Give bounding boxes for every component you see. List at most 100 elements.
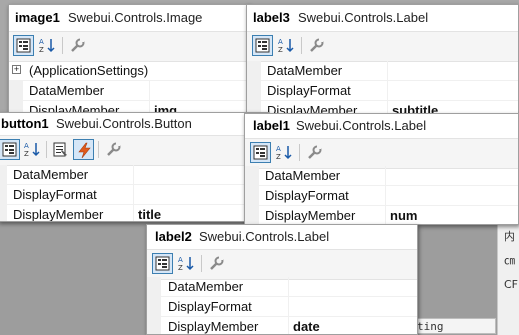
property-row[interactable]: DisplayMember num <box>245 206 518 224</box>
svg-text:Z: Z <box>39 46 44 54</box>
panel-toolbar: AZ <box>147 249 417 280</box>
panel-toolbar: AZ <box>9 31 249 62</box>
property-row[interactable]: DataMember <box>245 166 518 186</box>
row-gutter <box>245 166 259 185</box>
panel-title: label1 Swebui.Controls.Label <box>245 114 518 138</box>
svg-text:Z: Z <box>276 153 281 161</box>
categorized-button[interactable] <box>0 139 20 160</box>
categorized-button[interactable] <box>13 35 34 56</box>
property-row[interactable]: DisplayFormat <box>0 185 268 205</box>
property-name: DataMember <box>168 279 244 294</box>
property-value[interactable] <box>288 277 417 296</box>
alphabetical-button[interactable]: AZ <box>176 253 197 274</box>
property-pages-button[interactable] <box>67 35 88 56</box>
alphabetical-button[interactable]: AZ <box>276 35 297 56</box>
property-value[interactable]: date <box>288 317 417 334</box>
toolbar-separator <box>46 141 47 158</box>
events-button[interactable] <box>73 139 94 160</box>
property-row[interactable]: DisplayFormat <box>247 81 518 101</box>
panel-toolbar: AZ <box>245 138 518 169</box>
alphabetical-icon: AZ <box>276 145 292 161</box>
property-row[interactable]: DisplayFormat <box>245 186 518 206</box>
property-name: DisplayFormat <box>267 83 351 98</box>
control-type: Swebui.Controls.Label <box>298 10 429 25</box>
property-row[interactable]: DataMember <box>9 81 249 101</box>
property-grid: DataMember DisplayFormat DisplayMember n… <box>245 166 518 224</box>
row-gutter <box>147 277 161 296</box>
control-type: Swebui.Controls.Label <box>296 118 427 133</box>
property-value[interactable] <box>385 166 518 185</box>
panel-title: image1 Swebui.Controls.Image <box>9 5 249 31</box>
categorized-icon <box>255 38 270 53</box>
strip-item-1[interactable]: 内 <box>504 228 515 244</box>
properties-icon <box>53 142 67 157</box>
property-pages-icon <box>210 256 224 270</box>
property-name: (ApplicationSettings) <box>29 63 149 78</box>
toolbar-separator <box>201 255 202 272</box>
panel-toolbar: AZ <box>247 31 518 62</box>
panel-toolbar: AZ <box>0 135 268 166</box>
row-gutter <box>147 317 161 334</box>
categorized-button[interactable] <box>252 35 273 56</box>
property-name: DisplayFormat <box>13 187 97 202</box>
property-value[interactable] <box>387 61 518 80</box>
property-value[interactable]: num <box>385 206 518 224</box>
strip-item-2[interactable]: ㎝ <box>504 252 515 268</box>
row-gutter <box>245 206 259 224</box>
alphabetical-icon: AZ <box>278 38 294 54</box>
property-pages-icon <box>308 145 322 159</box>
categorized-button[interactable] <box>250 142 271 163</box>
label2-property-panel: label2 Swebui.Controls.Label AZ DataMemb… <box>146 224 418 335</box>
property-grid: DataMember DisplayFormat DisplayMember t… <box>0 165 268 221</box>
control-name: label2 <box>155 229 192 244</box>
svg-text:A: A <box>278 38 283 46</box>
row-gutter <box>247 61 261 80</box>
alphabetical-button[interactable]: AZ <box>37 35 58 56</box>
property-value[interactable] <box>149 81 249 100</box>
property-row[interactable]: DisplayMember title <box>0 205 268 221</box>
categorized-button[interactable] <box>152 253 173 274</box>
row-gutter <box>0 165 7 184</box>
property-name: DisplayFormat <box>168 299 252 314</box>
property-name: DisplayMember <box>168 319 259 334</box>
property-pages-button[interactable] <box>306 35 327 56</box>
property-grid: DataMember DisplayFormat DisplayMember d… <box>147 277 417 334</box>
property-row[interactable]: DataMember <box>147 277 417 297</box>
property-value[interactable] <box>385 186 518 205</box>
panel-title: label3 Swebui.Controls.Label <box>247 5 518 31</box>
categorized-icon <box>253 145 268 160</box>
property-pages-button[interactable] <box>206 253 227 274</box>
row-gutter <box>9 81 23 100</box>
expand-icon[interactable]: + <box>12 65 21 74</box>
button1-property-panel: button1 Swebui.Controls.Button AZ DataMe… <box>0 112 269 222</box>
property-value[interactable] <box>387 81 518 100</box>
strip-item-3[interactable]: CF <box>504 278 518 291</box>
property-row[interactable]: DataMember <box>247 61 518 81</box>
alphabetical-icon: AZ <box>24 142 40 158</box>
control-type: Swebui.Controls.Button <box>56 116 192 131</box>
alphabetical-button[interactable]: AZ <box>22 139 43 160</box>
alphabetical-icon: AZ <box>39 38 55 54</box>
property-row[interactable]: DisplayMember date <box>147 317 417 334</box>
panel-title: button1 Swebui.Controls.Button <box>0 113 268 135</box>
svg-text:A: A <box>24 142 29 150</box>
property-row[interactable]: DisplayFormat <box>147 297 417 317</box>
control-name: label3 <box>253 10 290 25</box>
row-gutter <box>0 205 7 221</box>
control-type: Swebui.Controls.Label <box>199 229 330 244</box>
properties-button[interactable] <box>50 139 71 160</box>
categorized-icon <box>16 38 31 53</box>
svg-text:A: A <box>39 38 44 46</box>
property-row[interactable]: + (ApplicationSettings) <box>9 61 249 81</box>
alphabetical-button[interactable]: AZ <box>274 142 295 163</box>
property-name: DisplayFormat <box>265 188 349 203</box>
label3-property-panel: label3 Swebui.Controls.Label AZ DataMemb… <box>246 4 519 122</box>
categorized-icon <box>2 142 17 157</box>
property-value[interactable] <box>288 297 417 316</box>
toolbar-separator <box>98 141 99 158</box>
property-grid: DataMember DisplayFormat DisplayMember s… <box>247 61 518 121</box>
property-row[interactable]: DataMember <box>0 165 268 185</box>
property-pages-icon <box>310 38 324 52</box>
property-pages-button[interactable] <box>304 142 325 163</box>
property-pages-button[interactable] <box>103 139 124 160</box>
